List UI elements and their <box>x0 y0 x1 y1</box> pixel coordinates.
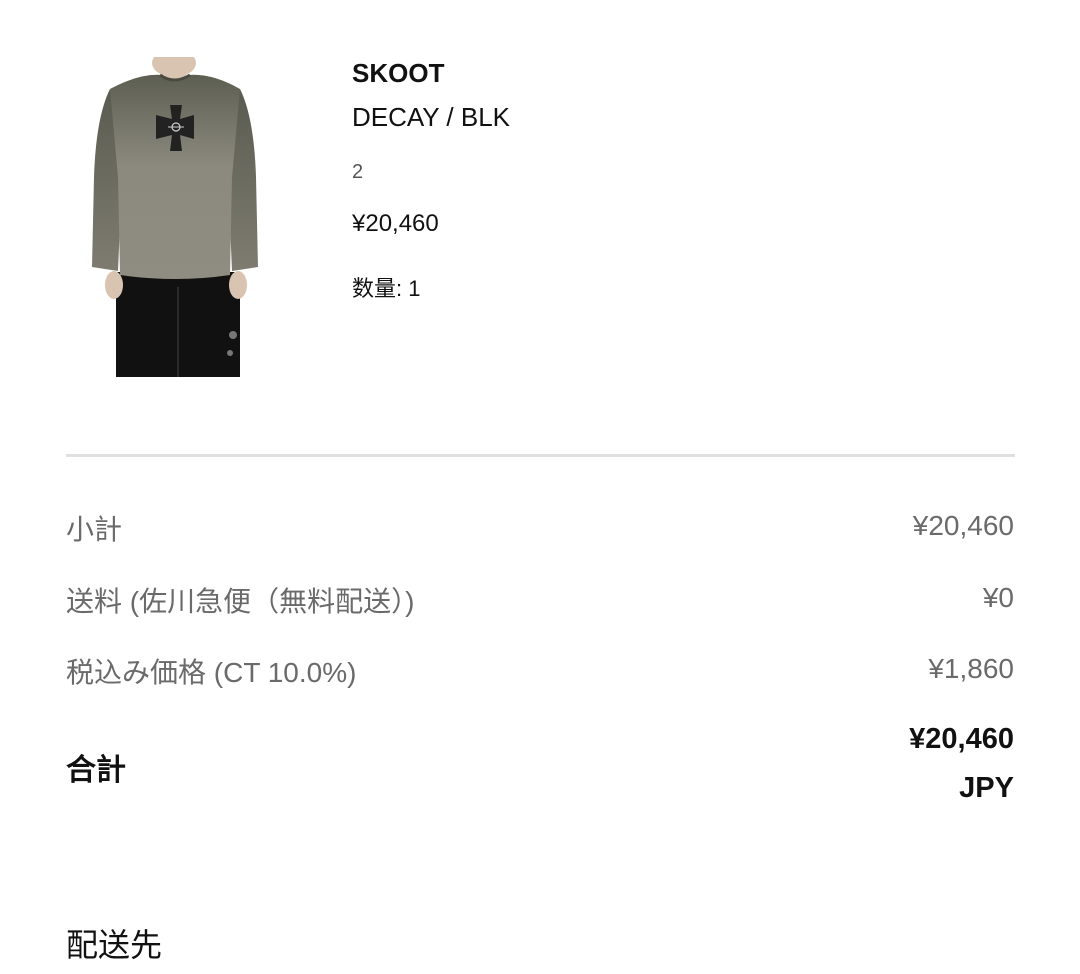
total-label: 合計 <box>66 754 126 787</box>
total-currency: JPY <box>959 772 1014 804</box>
product-price: ¥20,460 <box>352 210 439 237</box>
sweater-photo-icon <box>92 57 258 377</box>
product-variant: DECAY / BLK <box>352 102 510 132</box>
product-size: 2 <box>352 161 364 183</box>
shipping-fee-value: ¥0 <box>982 582 1014 613</box>
product-brand: SKOOT <box>352 58 445 88</box>
total-amount: ¥20,460 <box>909 723 1014 755</box>
product-image <box>90 57 260 377</box>
summary-divider <box>66 454 1015 457</box>
product-quantity: 数量: 1 <box>352 276 421 301</box>
subtotal-value: ¥20,460 <box>912 510 1014 541</box>
subtotal-label: 小計 <box>66 514 123 545</box>
shipping-address-heading: 配送先 <box>66 927 163 963</box>
tax-label: 税込み価格 (CT 10.0%) <box>66 657 357 688</box>
tax-value: ¥1,860 <box>928 653 1014 684</box>
shipping-fee-label: 送料 (佐川急便（無料配送）) <box>66 586 415 617</box>
